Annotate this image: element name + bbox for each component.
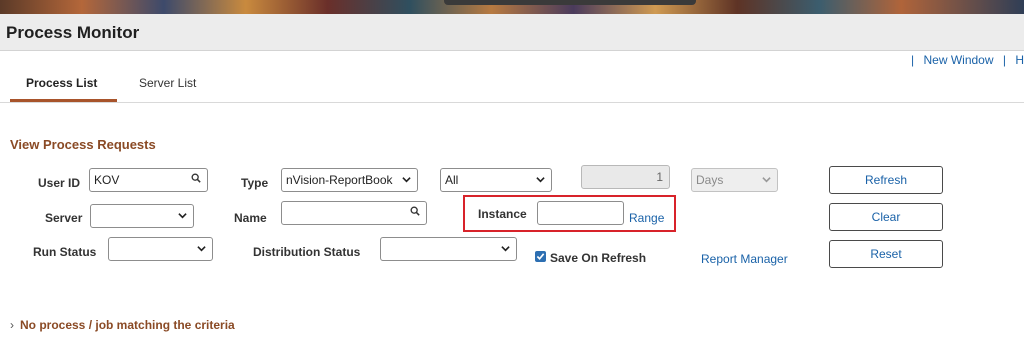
range-link[interactable]: Range — [629, 211, 664, 225]
user-id-field[interactable]: KOV — [89, 168, 208, 192]
type-select[interactable]: nVision-ReportBook — [281, 168, 418, 192]
new-window-link[interactable]: New Window — [923, 53, 993, 67]
instance-field[interactable] — [537, 201, 624, 225]
tab-server-list[interactable]: Server List — [139, 76, 196, 90]
user-id-value: KOV — [94, 173, 120, 187]
run-status-label: Run Status — [33, 245, 97, 259]
type-label: Type — [241, 176, 269, 190]
chevron-right-icon: › — [10, 318, 14, 332]
distribution-status-select[interactable] — [380, 237, 517, 261]
search-icon[interactable] — [410, 206, 420, 216]
section-title: View Process Requests — [10, 137, 156, 152]
chevron-down-icon — [402, 177, 411, 183]
server-select[interactable] — [90, 204, 194, 228]
clear-button[interactable]: Clear — [829, 203, 943, 231]
name-field[interactable] — [281, 201, 427, 225]
user-id-label: User ID — [38, 176, 81, 190]
type-value: nVision-ReportBook — [286, 173, 393, 187]
top-links: | New Window | H — [905, 53, 1024, 67]
link-separator: | — [911, 53, 915, 67]
chevron-down-icon — [178, 213, 187, 219]
link-separator: | — [1002, 53, 1006, 67]
chevron-down-icon — [501, 246, 510, 252]
truncated-link[interactable]: H — [1015, 53, 1024, 67]
active-tab-indicator — [10, 99, 117, 102]
server-label: Server — [45, 211, 83, 225]
name-label: Name — [234, 211, 267, 225]
page-title: Process Monitor — [6, 23, 140, 42]
report-manager-link[interactable]: Report Manager — [701, 252, 788, 266]
checkmark-icon — [536, 253, 545, 260]
tab-process-list[interactable]: Process List — [26, 76, 97, 90]
search-icon[interactable] — [191, 173, 201, 183]
chevron-down-icon — [762, 177, 771, 183]
type-scope-value: All — [445, 173, 459, 187]
save-on-refresh-checkbox[interactable] — [535, 251, 546, 262]
header-banner — [0, 0, 1024, 14]
reset-button[interactable]: Reset — [829, 240, 943, 268]
instance-label: Instance — [478, 207, 527, 221]
banner-search-bar — [444, 0, 696, 5]
tab-bar: Process List Server List — [0, 68, 1024, 103]
title-bar: Process Monitor — [0, 14, 1024, 51]
unit-select[interactable]: Days — [691, 168, 778, 192]
last-number-field[interactable]: 1 — [581, 165, 670, 189]
chevron-down-icon — [197, 246, 206, 252]
refresh-button[interactable]: Refresh — [829, 166, 943, 194]
unit-value: Days — [696, 173, 724, 187]
distribution-status-label: Distribution Status — [253, 245, 361, 259]
results-message: No process / job matching the criteria — [20, 318, 235, 332]
last-number-value: 1 — [656, 170, 663, 184]
chevron-down-icon — [536, 177, 545, 183]
save-on-refresh-label: Save On Refresh — [550, 251, 647, 265]
type-scope-select[interactable]: All — [440, 168, 552, 192]
results-collapsible[interactable]: › No process / job matching the criteria — [10, 318, 235, 332]
run-status-select[interactable] — [108, 237, 213, 261]
